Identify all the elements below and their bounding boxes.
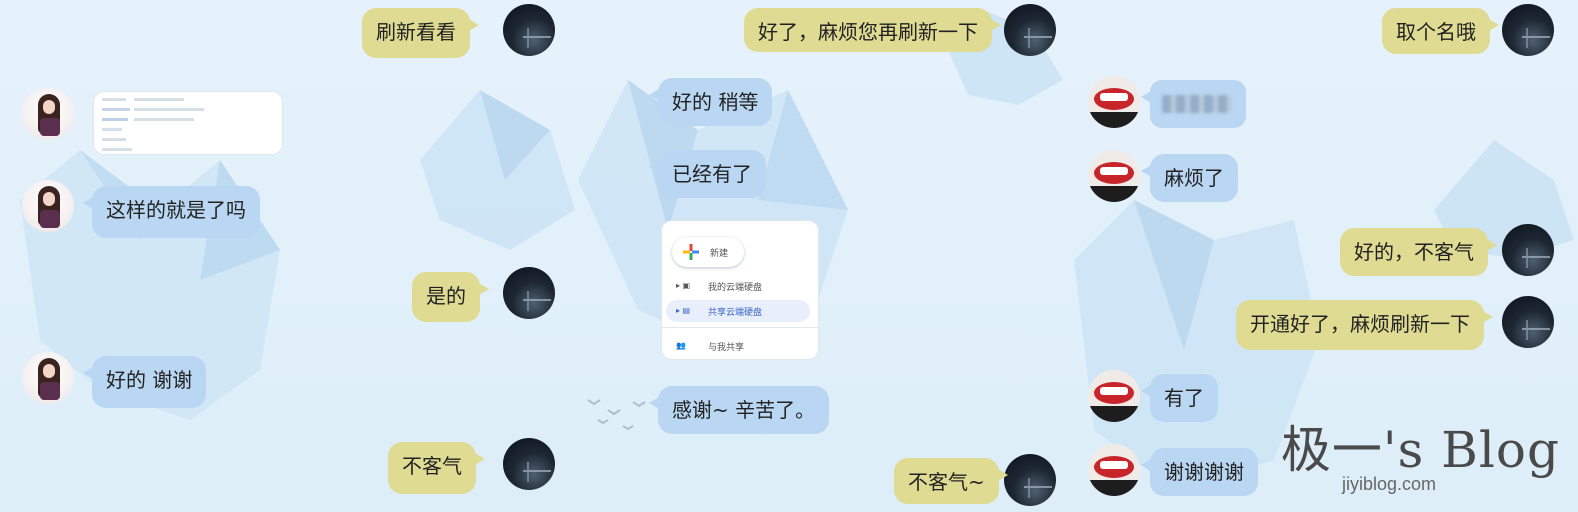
menu-item-label: 与我共享 xyxy=(708,343,745,353)
screenshot-content xyxy=(94,92,282,154)
plus-icon xyxy=(683,244,699,260)
message-bubble-sent: 刷新看看 xyxy=(362,8,479,58)
chat-panel-3: 取个名哦 麻烦了 好的，不客气 开通好了，麻烦刷新一下 有了 谢谢谢谢 极一's… xyxy=(1064,0,1578,512)
contact-avatar[interactable] xyxy=(1088,76,1140,128)
chat-collage: 刷新看看 这样的就是了吗 是的 好的 谢谢 不客气 好了，麻烦您再刷新一下 好的… xyxy=(0,0,1578,512)
divider xyxy=(662,327,818,328)
birds-decoration xyxy=(578,390,658,433)
people-icon: 👥 xyxy=(676,341,686,350)
new-button[interactable]: 新建 xyxy=(672,237,744,267)
contact-avatar[interactable] xyxy=(1088,370,1140,422)
user-avatar[interactable] xyxy=(1502,4,1554,56)
contact-avatar[interactable] xyxy=(22,88,74,140)
watermark-title: 极一's Blog xyxy=(1280,421,1560,479)
chat-panel-1: 刷新看看 这样的就是了吗 是的 好的 谢谢 不客气 xyxy=(0,0,578,512)
message-bubble-received: 有了 xyxy=(1141,374,1218,422)
message-bubble-received: 感谢~ 辛苦了。 xyxy=(648,386,830,434)
message-bubble-sent: 是的 xyxy=(412,272,489,322)
iceberg-decoration xyxy=(420,90,575,250)
drive-menu-screenshot[interactable]: 新建 ▸ ▣ 我的云端硬盘 ▸ ▤ 共享云端硬盘 👥 与我共享 xyxy=(662,221,818,359)
message-bubble-received: 已经有了 xyxy=(649,150,766,198)
watermark-url: jiyiblog.com xyxy=(1341,474,1436,494)
message-bubble-received: 好的 谢谢 xyxy=(82,356,207,408)
menu-item-shared-drives[interactable]: ▸ ▤ 共享云端硬盘 xyxy=(666,300,810,322)
contact-avatar[interactable] xyxy=(1088,150,1140,202)
chat-panel-2: 好了，麻烦您再刷新一下 好的 稍等 已经有了 新建 ▸ ▣ 我的云端硬盘 ▸ ▤… xyxy=(578,0,1064,512)
blurred-text xyxy=(1162,95,1232,113)
message-bubble-sent: 不客气~ xyxy=(894,458,1008,504)
new-button-label: 新建 xyxy=(710,249,729,259)
user-avatar[interactable] xyxy=(1502,224,1554,276)
message-bubble-blurred xyxy=(1141,80,1246,128)
menu-item-label: 我的云端硬盘 xyxy=(708,283,763,293)
message-bubble-sent: 好了，麻烦您再刷新一下 xyxy=(744,8,1001,52)
message-bubble-received: 好的 稍等 xyxy=(648,78,773,126)
iceberg-decoration xyxy=(20,150,280,420)
user-avatar[interactable] xyxy=(503,267,555,319)
user-avatar[interactable] xyxy=(503,438,555,490)
user-avatar[interactable] xyxy=(1004,454,1056,506)
drive-icon: ▸ ▣ xyxy=(676,281,691,290)
contact-avatar[interactable] xyxy=(22,352,74,404)
message-screenshot-thumbnail[interactable] xyxy=(94,92,282,154)
message-bubble-received: 这样的就是了吗 xyxy=(83,186,260,238)
shared-drive-icon: ▸ ▤ xyxy=(676,306,691,315)
user-avatar[interactable] xyxy=(503,4,555,56)
menu-item-label: 共享云端硬盘 xyxy=(708,308,763,318)
message-bubble-sent: 好的，不客气 xyxy=(1340,228,1497,276)
menu-item-my-drive[interactable]: ▸ ▣ 我的云端硬盘 xyxy=(666,275,810,297)
menu-item-shared-with-me[interactable]: 👥 与我共享 xyxy=(666,335,810,357)
contact-avatar[interactable] xyxy=(1088,444,1140,496)
message-bubble-sent: 取个名哦 xyxy=(1382,8,1499,54)
message-bubble-sent: 开通好了，麻烦刷新一下 xyxy=(1236,300,1493,350)
user-avatar[interactable] xyxy=(1502,296,1554,348)
message-bubble-received: 麻烦了 xyxy=(1141,154,1238,202)
message-bubble-received: 谢谢谢谢 xyxy=(1141,448,1258,496)
user-avatar[interactable] xyxy=(1004,4,1056,56)
message-bubble-sent: 不客气 xyxy=(388,442,485,494)
contact-avatar[interactable] xyxy=(22,180,74,232)
